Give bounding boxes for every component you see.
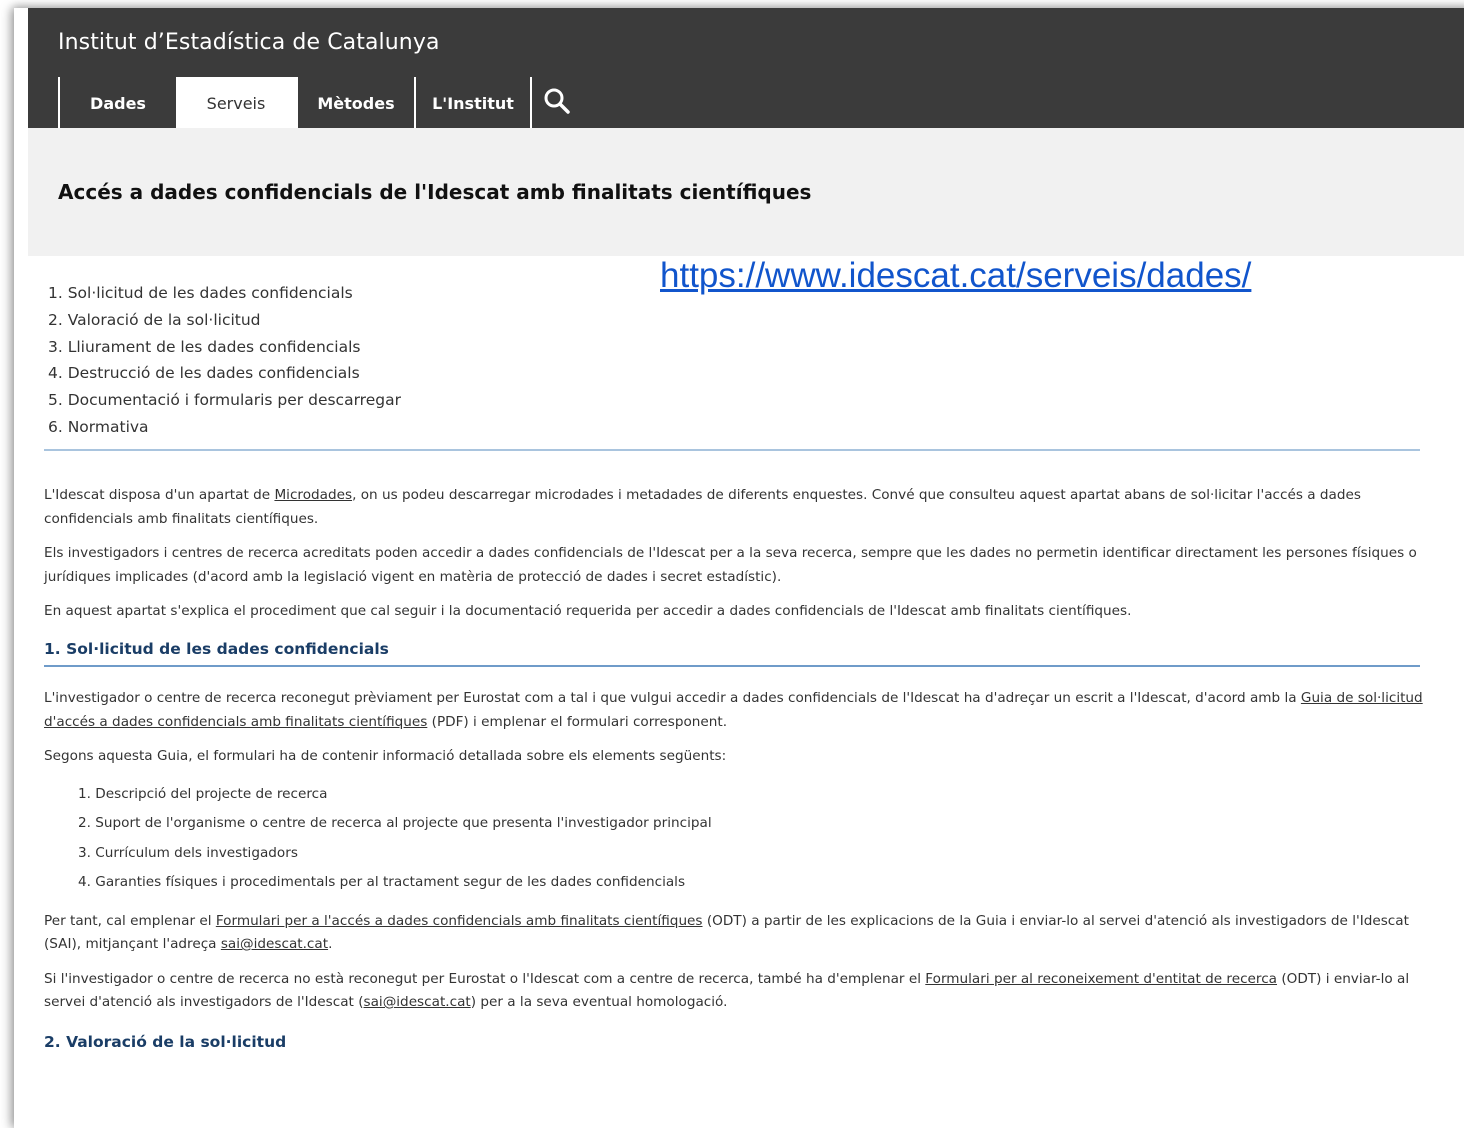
url-overlay-link[interactable]: https://www.idescat.cat/serveis/dades/ bbox=[660, 256, 1251, 296]
site-title[interactable]: Institut d’Estadística de Catalunya bbox=[58, 30, 440, 55]
search-button[interactable] bbox=[532, 77, 582, 128]
toc-item[interactable]: 3. Lliurament de les dades confidencials bbox=[48, 334, 401, 361]
intro-paragraph-1: L'Idescat disposa d'un apartat de Microd… bbox=[44, 487, 1361, 527]
list-item: 4. Garanties físiques i procedimentals p… bbox=[78, 874, 686, 890]
microdades-link[interactable]: Microdades bbox=[274, 487, 352, 503]
intro-paragraph-3: En aquest apartat s'explica el procedime… bbox=[44, 603, 1132, 619]
list-item: 2. Suport de l'organisme o centre de rec… bbox=[78, 815, 712, 831]
section1-paragraph-3: Per tant, cal emplenar el Formulari per … bbox=[44, 912, 1409, 953]
main-content: L'Idescat disposa d'un apartat de Microd… bbox=[44, 484, 1434, 1054]
toc-item[interactable]: 4. Destrucció de les dades confidencials bbox=[48, 360, 401, 387]
section-heading-2: 2. Valoració de la sol·licitud bbox=[44, 1032, 287, 1051]
section1-paragraph-4: Si l'investigador o centre de recerca no… bbox=[44, 970, 1410, 1011]
section-heading-1: 1. Sol·licitud de les dades confidencial… bbox=[44, 638, 1420, 667]
section1-paragraph-2: Segons aquesta Guia, el formulari ha de … bbox=[44, 748, 727, 764]
toc-item[interactable]: 6. Normativa bbox=[48, 414, 401, 441]
requirements-list: 1. Descripció del projecte de recerca 2.… bbox=[44, 780, 1434, 898]
list-item: 1. Descripció del projecte de recerca bbox=[78, 785, 328, 802]
table-of-contents: 1. Sol·licitud de les dades confidencial… bbox=[48, 280, 401, 441]
list-item: 3. Currículum dels investigadors bbox=[78, 844, 298, 861]
email-link[interactable]: sai@idescat.cat bbox=[364, 994, 471, 1010]
intro-paragraph-2: Els investigadors i centres de recerca a… bbox=[44, 545, 1417, 585]
toc-item[interactable]: 1. Sol·licitud de les dades confidencial… bbox=[48, 280, 401, 307]
main-nav: Dades Serveis Mètodes L'Institut bbox=[58, 77, 582, 128]
tab-metodes[interactable]: Mètodes bbox=[296, 77, 414, 128]
site-header: Institut d’Estadística de Catalunya Dade… bbox=[28, 8, 1464, 128]
toc-item[interactable]: 5. Documentació i formularis per descarr… bbox=[48, 387, 401, 414]
tab-linstitut[interactable]: L'Institut bbox=[414, 77, 532, 128]
title-band: Accés a dades confidencials de l'Idescat… bbox=[28, 128, 1464, 256]
page-title: Accés a dades confidencials de l'Idescat… bbox=[58, 180, 812, 204]
tab-dades[interactable]: Dades bbox=[58, 77, 176, 128]
section1-paragraph-1: L'investigador o centre de recerca recon… bbox=[44, 690, 1423, 730]
tab-serveis[interactable]: Serveis bbox=[176, 77, 296, 128]
divider bbox=[44, 449, 1420, 451]
formulari-reconeixement-link[interactable]: Formulari per al reconeixement d'entitat… bbox=[925, 971, 1277, 987]
toc-item[interactable]: 2. Valoració de la sol·licitud bbox=[48, 307, 401, 334]
search-icon bbox=[544, 88, 570, 114]
email-link[interactable]: sai@idescat.cat bbox=[221, 936, 328, 952]
formulari-acces-link[interactable]: Formulari per a l'accés a dades confiden… bbox=[216, 913, 703, 929]
